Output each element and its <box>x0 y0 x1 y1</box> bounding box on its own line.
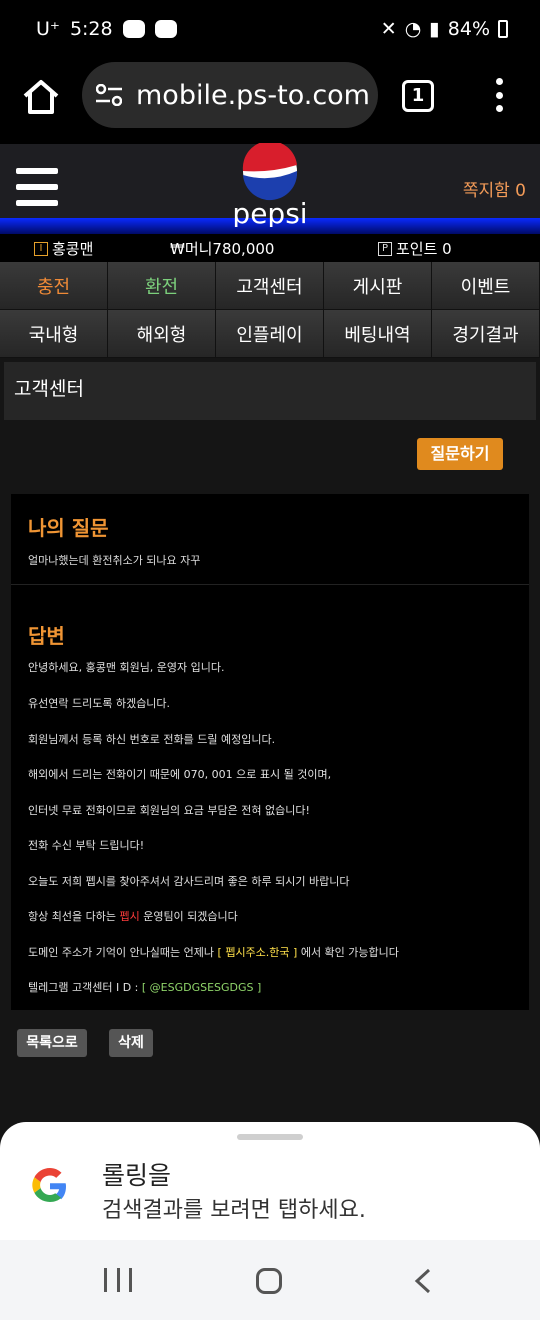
answer-line: 텔레그램 고객센터 I D : [ @ESGDGSESGDGS ] <box>28 979 261 995</box>
message-box-link[interactable]: 쪽지함 0 <box>463 176 526 201</box>
telegram-id-highlight: [ @ESGDGSESGDGS ] <box>141 981 262 994</box>
carrier-label: U⁺ <box>36 18 60 40</box>
menu-domestic[interactable]: 국내형 <box>0 310 108 358</box>
username: 홍콩맨 <box>52 240 94 258</box>
home-button-icon[interactable] <box>256 1268 282 1294</box>
answer-line: 도메인 주소가 기억이 안나실때는 언제나 [ 펩시주소.한국 ] 에서 확인 … <box>28 944 399 960</box>
menu-exchange[interactable]: 환전 <box>108 262 216 310</box>
back-icon[interactable] <box>412 1268 434 1294</box>
pepsi-logo[interactable]: pepsi <box>222 143 318 227</box>
browser-toolbar: mobile.ps-to.com 1 <box>0 60 540 144</box>
answer-text: 도메인 주소가 기억이 안나실때는 언제나 <box>28 946 218 959</box>
level-icon: I <box>34 241 48 256</box>
sheet-drag-handle[interactable] <box>237 1134 303 1140</box>
answer-line: 유선연락 드리도록 하겠습니다. <box>28 697 171 710</box>
google-search-sheet[interactable]: 롤링을 검색결과를 보려면 탭하세요. <box>0 1122 540 1242</box>
answer-text: 에서 확인 가능합니다 <box>297 946 399 959</box>
mute-icon: ✕ <box>380 18 397 40</box>
google-icon <box>32 1168 66 1202</box>
recent-apps-icon[interactable] <box>104 1268 132 1292</box>
sheet-title: 롤링을 <box>102 1161 172 1190</box>
system-nav-bar <box>0 1240 540 1320</box>
divider <box>11 584 529 585</box>
menu-bet-history[interactable]: 베팅내역 <box>324 310 432 358</box>
signal-icon: ▮ <box>429 18 440 40</box>
answer-line: 전화 수신 부탁 드립니다! <box>28 839 145 852</box>
answer-title: 답변 <box>28 624 65 648</box>
talk-notification-icon <box>154 20 177 38</box>
clock: 5:28 <box>69 18 113 40</box>
status-bar: U⁺ 5:28 ✕ ◔ ▮ 84% <box>0 0 540 60</box>
delete-button[interactable]: 삭제 <box>109 1029 153 1057</box>
menu-customer-center[interactable]: 고객센터 <box>216 262 324 310</box>
hamburger-menu-icon[interactable] <box>16 168 58 206</box>
answer-line: 인터넷 무료 전화이므로 회원님의 요금 부담은 전혀 없습니다! <box>28 804 310 817</box>
menu-inplay[interactable]: 인플레이 <box>216 310 324 358</box>
home-icon[interactable] <box>22 78 60 116</box>
menu-event[interactable]: 이벤트 <box>432 262 540 310</box>
menu-results[interactable]: 경기결과 <box>432 310 540 358</box>
points-label: 포인트 0 <box>396 240 452 258</box>
menu-overseas[interactable]: 해외형 <box>108 310 216 358</box>
wifi-icon: ◔ <box>404 18 422 40</box>
money-label: ₩머니780,000 <box>170 240 275 258</box>
answer-text: 텔레그램 고객센터 I D : <box>28 981 142 994</box>
question-title: 나의 질문 <box>28 516 109 540</box>
user-info-bar: I 홍콩맨 ₩머니780,000 P 포인트 0 <box>0 234 540 262</box>
url-text: mobile.ps-to.com <box>136 79 370 111</box>
menu-charge[interactable]: 충전 <box>0 262 108 310</box>
answer-line: 항상 최선을 다하는 펩시 운영팀이 되겠습니다 <box>28 908 238 924</box>
battery-icon <box>498 20 508 38</box>
sheet-subtitle: 검색결과를 보려면 탭하세요. <box>102 1198 366 1223</box>
answer-text: 운영팀이 되겠습니다 <box>139 910 238 923</box>
answer-line: 회원님께서 등록 하신 번호로 전화를 드릴 예정입니다. <box>28 733 276 746</box>
site-settings-icon[interactable] <box>96 84 122 106</box>
answer-line: 해외에서 드리는 전화이기 때문에 070, 001 으로 표시 될 것이며, <box>28 768 332 781</box>
answer-line: 안녕하세요, 홍콩맨 회원님, 운영자 입니다. <box>28 661 225 674</box>
domain-highlight: [ 펩시주소.한국 ] <box>217 946 298 959</box>
brand-name-highlight: 펩시 <box>119 910 140 923</box>
battery-percent: 84% <box>447 18 490 40</box>
points-icon: P <box>378 241 392 256</box>
app-notification-icon <box>122 20 145 38</box>
page-title: 고객센터 <box>4 362 536 420</box>
answer-text: 항상 최선을 다하는 <box>28 910 120 923</box>
answer-line: 오늘도 저희 펩시를 찾아주셔서 감사드리며 좋은 하루 되시기 바랍니다 <box>28 875 350 888</box>
main-menu: 충전 환전 고객센터 게시판 이벤트 국내형 해외형 인플레이 베팅내역 경기결… <box>0 262 540 358</box>
more-menu-icon[interactable] <box>494 78 504 112</box>
question-text: 얼마나했는데 환전취소가 되나요 자꾸 <box>28 554 201 567</box>
back-to-list-button[interactable]: 목록으로 <box>17 1029 87 1057</box>
menu-board[interactable]: 게시판 <box>324 262 432 310</box>
tab-switcher-button[interactable]: 1 <box>402 80 434 112</box>
ask-question-button[interactable]: 질문하기 <box>417 438 503 470</box>
logo-text: pepsi <box>232 197 307 227</box>
question-panel: 나의 질문 얼마나했는데 환전취소가 되나요 자꾸 답변 안녕하세요, 홍콩맨 … <box>11 494 529 1010</box>
url-bar[interactable]: mobile.ps-to.com <box>82 62 378 128</box>
